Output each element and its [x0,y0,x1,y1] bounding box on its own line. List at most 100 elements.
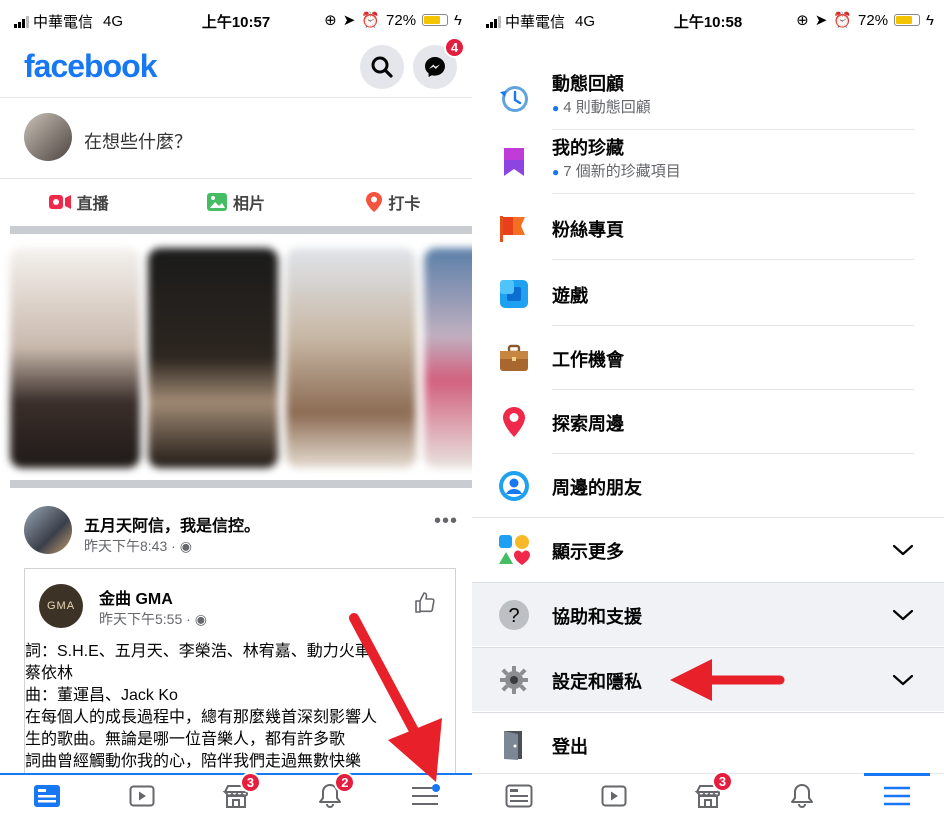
menu-item-label: 探索周邊 [552,414,624,434]
post-author-name[interactable]: 五月天阿信，我是信控。 [84,512,260,536]
gma-avatar[interactable]: GMA [39,584,83,628]
tab-marketplace[interactable]: 3 [189,772,283,817]
location-icon: ➤ [814,12,828,29]
charging-icon: ϟ [926,11,934,29]
composer[interactable]: 在想些什麼？ [0,99,472,179]
menu-item-sub: 4 則動態回顧 [552,96,651,117]
see-more-shapes-icon [499,535,530,565]
menu-item-saved[interactable]: 我的珍藏 7 個新的珍藏項目 [472,130,944,194]
tab-home[interactable] [472,774,566,817]
watch-icon [601,785,627,806]
watch-icon [129,785,155,807]
search-button[interactable] [360,45,404,89]
marketplace-badge: 3 [712,771,734,792]
saved-icon [504,148,524,176]
story-card[interactable] [286,248,416,468]
status-right: ⊕ ➤ ⏰ 72% ϟ [324,11,462,30]
globe-icon: ◉ [194,611,207,627]
messenger-icon [425,57,445,77]
menu-item-sub: 7 個新的珍藏項目 [552,160,681,181]
charging-icon: ϟ [454,11,462,29]
nearby-friends-icon [499,471,529,501]
photo-icon [206,193,227,211]
composer-prompt[interactable]: 在想些什麼？ [84,128,192,154]
home-feed-icon [505,784,533,807]
gaming-icon [500,280,528,308]
pages-flag-icon [500,216,525,242]
live-video-button[interactable]: 直播 [0,180,157,224]
tab-notifications[interactable] [755,774,849,817]
lock-rotation-icon: ⊕ [796,12,809,29]
battery-percent: 72% [858,11,889,29]
jobs-briefcase-icon [500,344,528,371]
stories-tray[interactable] [10,248,472,468]
like-page-icon[interactable] [413,591,437,615]
battery-percent: 72% [386,11,417,29]
post-header: 五月天阿信，我是信控。 昨天下午8:43 · ◉ ••• [0,500,472,564]
menu-item-label: 粉絲專頁 [552,220,624,240]
marketplace-badge: 3 [240,772,262,793]
tab-watch[interactable] [566,774,660,817]
app-header: facebook 4 [0,36,472,98]
menu-item-logout[interactable]: 登出 [472,712,944,776]
chevron-down-icon [892,544,914,556]
menu-icon [883,786,910,805]
tab-notifications[interactable]: 2 [283,772,377,817]
story-card[interactable] [148,248,278,468]
menu-item-label: 顯示更多 [552,542,624,562]
post-author-avatar[interactable] [24,506,72,554]
messenger-button[interactable]: 4 [413,37,465,89]
check-in-button[interactable]: 打卡 [315,180,472,224]
tab-menu[interactable] [850,773,944,817]
logout-door-icon [504,730,522,760]
divider [552,193,914,194]
menu-item-jobs[interactable]: 工作機會 [472,326,944,390]
menu-item-memories[interactable]: 動態回顧 4 則動態回顧 [472,66,944,130]
menu-icon [411,784,440,805]
menu-screen: 中華電信 4G 上午10:58 ⊕ ➤ ⏰ 72% ϟ 動態回顧 4 則動態回顧… [472,0,944,817]
tab-menu[interactable] [378,775,472,817]
tab-watch[interactable] [94,775,188,817]
menu-item-label: 我的珍藏 [552,138,624,158]
photo-button[interactable]: 相片 [157,180,314,224]
status-bar: 中華電信 4G 上午10:58 ⊕ ➤ ⏰ 72% ϟ [472,0,944,36]
status-bar: 中華電信 4G 上午10:57 ⊕ ➤ ⏰ 72% ϟ [0,0,472,36]
menu-item-see-more[interactable]: 顯示更多 [472,518,944,582]
menu-item-label: 登出 [552,737,588,757]
menu-item-label: 設定和隱私 [552,672,642,692]
live-video-label: 直播 [76,196,109,213]
menu-item-nearby-places[interactable]: 探索周邊 [472,390,944,454]
battery-icon [894,14,921,26]
tab-marketplace[interactable]: 3 [661,771,755,817]
menu-item-settings-privacy[interactable]: 設定和隱私 [472,647,944,711]
search-icon [371,56,393,78]
bell-icon [791,783,814,808]
status-right: ⊕ ➤ ⏰ 72% ϟ [796,11,934,30]
menu-item-label: 遊戲 [552,286,588,306]
story-card[interactable] [424,248,472,468]
alarm-icon: ⏰ [833,12,853,29]
settings-gear-icon [500,665,528,694]
menu-item-pages[interactable]: 粉絲專頁 [472,196,944,260]
chevron-down-icon [892,674,914,685]
menu-item-nearby-friends[interactable]: 周邊的朋友 [472,454,944,518]
nearby-pin-icon [503,407,525,437]
divider [552,259,914,260]
menu-item-help[interactable]: ? 協助和支援 [472,582,944,646]
tab-home[interactable] [0,775,94,817]
check-in-label: 打卡 [388,196,421,213]
facebook-logo[interactable]: facebook [24,48,157,85]
story-card[interactable] [10,248,140,468]
shared-time-text: 昨天下午5:55 · [99,611,195,627]
help-icon: ? [499,599,529,630]
menu-item-gaming[interactable]: 遊戲 [472,262,944,326]
more-options-icon[interactable]: ••• [434,510,458,533]
post-timestamp: 昨天下午8:43 · ◉ [84,536,192,556]
home-feed-icon [34,785,61,807]
composer-actions: 直播 相片 打卡 [0,180,472,224]
photo-label: 相片 [232,196,265,213]
user-avatar[interactable] [24,113,72,161]
shared-author-name[interactable]: 金曲 GMA [99,585,173,609]
screenshot-root: 中華電信 4G 上午10:57 ⊕ ➤ ⏰ 72% ϟ facebook 4 在… [0,0,944,817]
bottom-tab-bar: 3 [472,771,944,817]
